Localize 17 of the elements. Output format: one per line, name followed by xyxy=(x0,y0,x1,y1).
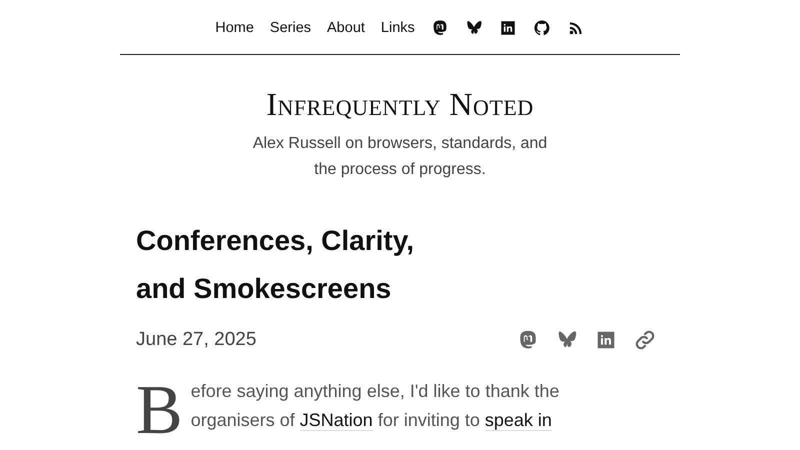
post-title: Conferences, Clarity, and Smokescreens xyxy=(136,224,416,306)
drop-cap: B xyxy=(136,377,183,439)
nav-link[interactable]: Series xyxy=(270,20,312,36)
text-link[interactable]: speak in xyxy=(484,410,552,431)
mastodon-icon[interactable] xyxy=(430,18,449,36)
site-title[interactable]: Infrequently Noted xyxy=(266,86,534,122)
nav-link[interactable]: About xyxy=(327,20,365,36)
nav-link[interactable]: Home xyxy=(215,20,254,36)
link-icon[interactable] xyxy=(634,329,656,351)
linkedin-icon[interactable] xyxy=(498,18,517,36)
post-date: June 27, 2025 xyxy=(136,329,256,351)
nav-link[interactable]: Links xyxy=(380,20,415,36)
site-tagline: Alex Russell on browsers, standards, and the process of progress. xyxy=(252,134,548,180)
butterfly-icon[interactable] xyxy=(464,18,483,36)
text-link[interactable]: JSNation xyxy=(300,410,373,431)
github-icon[interactable] xyxy=(532,18,551,36)
paragraph: efore saying anything else, I'd like to thank the organisers of JSNation for inviting to speak in xyxy=(190,380,560,433)
